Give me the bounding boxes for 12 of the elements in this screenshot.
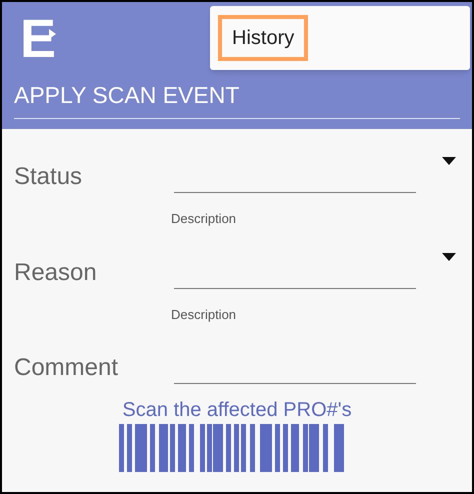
dropdown-caret-icon[interactable] — [442, 252, 456, 260]
scan-prompt: Scan the affected PRO#'s — [122, 398, 352, 422]
dropdown-caret-icon[interactable] — [442, 157, 456, 165]
app-logo: E — [20, 12, 56, 66]
menu-item[interactable]: History — [218, 15, 308, 61]
section-title: APPLY SCAN EVENT — [14, 81, 240, 110]
field-label: Comment — [14, 353, 120, 383]
field-helper-text: Description — [171, 210, 238, 228]
field-label: Status — [14, 162, 84, 192]
field-helper-text: Description — [171, 306, 238, 324]
field-label: Reason — [14, 258, 98, 288]
arrowhead-icon — [49, 29, 56, 39]
